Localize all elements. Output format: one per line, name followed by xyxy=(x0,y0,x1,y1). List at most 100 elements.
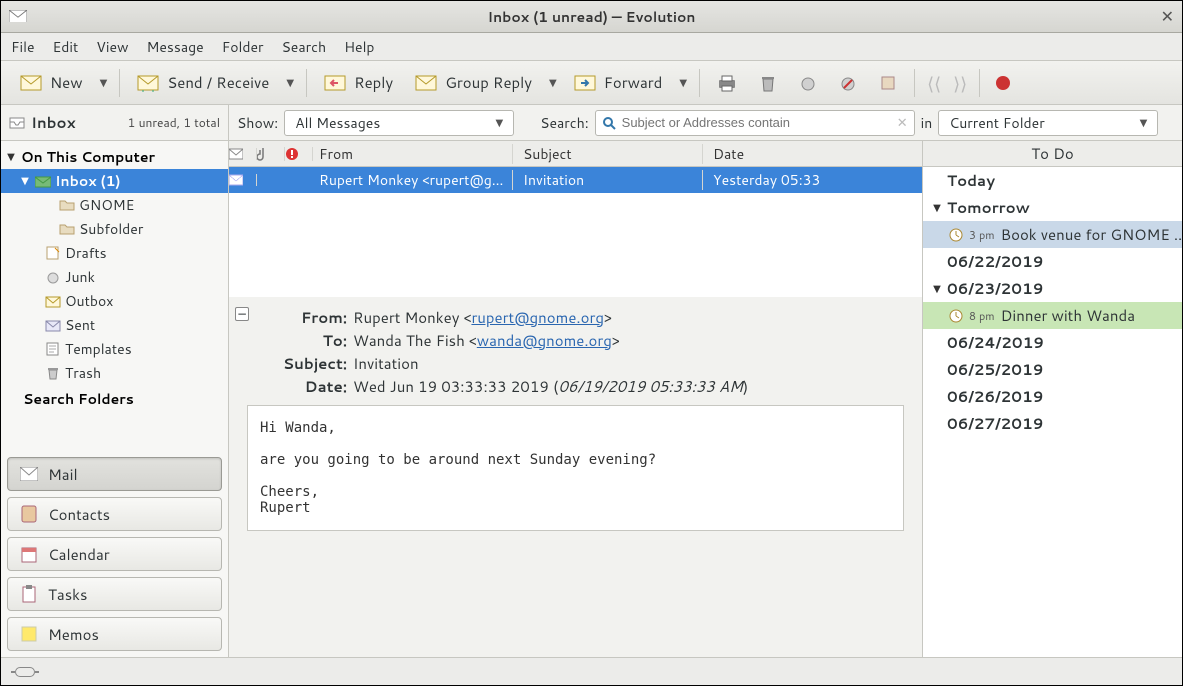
col-attachment-icon[interactable] xyxy=(257,147,285,161)
menu-edit[interactable]: Edit xyxy=(53,37,79,57)
not-junk-button[interactable] xyxy=(828,68,868,98)
tree-trash[interactable]: Trash xyxy=(1,361,228,385)
menu-search[interactable]: Search xyxy=(282,37,327,57)
todo-date[interactable]: 06/27/2019 xyxy=(923,410,1182,437)
col-important-icon[interactable] xyxy=(285,147,313,161)
message-row[interactable]: Rupert Monkey <rupert@g… Invitation Yest… xyxy=(229,167,922,193)
tree-search-root[interactable]: Search Folders xyxy=(1,387,228,411)
search-input[interactable] xyxy=(622,115,891,130)
prev-icon[interactable]: ⟨⟨ xyxy=(921,66,947,100)
clock-icon xyxy=(949,309,963,323)
message-list-header: From Subject Date xyxy=(229,141,922,167)
mail-new-icon xyxy=(20,74,42,92)
next-icon[interactable]: ⟩⟩ xyxy=(947,66,973,100)
forward-button[interactable]: Forward xyxy=(563,66,674,99)
forward-dropdown-icon[interactable]: ▼ xyxy=(673,76,693,90)
menu-message[interactable]: Message xyxy=(147,37,204,57)
menu-help[interactable]: Help xyxy=(344,37,374,57)
send-receive-button[interactable]: Send / Receive xyxy=(126,66,280,99)
col-subject[interactable]: Subject xyxy=(513,144,703,164)
search-icon xyxy=(602,116,616,130)
separator xyxy=(979,69,980,97)
switcher-calendar[interactable]: Calendar xyxy=(7,537,222,571)
new-dropdown-icon[interactable]: ▼ xyxy=(94,76,114,90)
todo-tomorrow[interactable]: ▼Tomorrow xyxy=(923,194,1182,221)
todo-date[interactable]: 06/26/2019 xyxy=(923,383,1182,410)
outbox-icon xyxy=(45,294,61,308)
switcher-contacts-label: Contacts xyxy=(48,504,110,525)
delete-button[interactable] xyxy=(748,68,788,98)
tree-drafts[interactable]: Drafts xyxy=(1,241,228,265)
col-from[interactable]: From xyxy=(313,144,513,164)
show-value: All Messages xyxy=(295,113,380,133)
todo-today[interactable]: Today xyxy=(923,167,1182,194)
menu-folder[interactable]: Folder xyxy=(222,37,264,57)
separator xyxy=(914,69,915,97)
tree-outbox[interactable]: Outbox xyxy=(1,289,228,313)
hdr-date-key: Date: xyxy=(263,376,353,397)
todo-pane: To Do Today ▼Tomorrow 3 pm Book venue fo… xyxy=(922,141,1182,657)
todo-item-book-venue[interactable]: 3 pm Book venue for GNOME … xyxy=(923,221,1182,248)
todo-item-time: 8 pm xyxy=(969,308,995,324)
switcher-contacts[interactable]: Contacts xyxy=(7,497,222,531)
message-headers: From: Rupert Monkey <rupert@gnome.org> T… xyxy=(263,307,914,397)
in-combo[interactable]: Current Folder ▼ xyxy=(938,110,1158,136)
switcher: Mail Contacts Calendar Tasks Memos xyxy=(1,451,228,657)
stop-icon[interactable] xyxy=(996,76,1010,90)
clear-search-icon[interactable]: ✕ xyxy=(897,114,908,132)
message-area: From Subject Date Rupert Monkey <rupert@… xyxy=(229,141,922,657)
separator xyxy=(699,69,700,97)
from-email-link[interactable]: rupert@gnome.org xyxy=(471,307,604,328)
tree-junk[interactable]: Junk xyxy=(1,265,228,289)
in-value: Current Folder xyxy=(949,113,1044,133)
tree-gnome[interactable]: GNOME xyxy=(1,193,228,217)
mail-icon xyxy=(20,467,38,481)
separator xyxy=(119,69,120,97)
todo-date[interactable]: 06/25/2019 xyxy=(923,356,1182,383)
preview-pane: − From: Rupert Monkey <rupert@gnome.org>… xyxy=(229,297,922,657)
group-reply-dropdown-icon[interactable]: ▼ xyxy=(543,76,563,90)
tree-account[interactable]: ▼On This Computer xyxy=(1,145,228,169)
todo-date[interactable]: 06/22/2019 xyxy=(923,248,1182,275)
todo-item-dinner[interactable]: 8 pm Dinner with Wanda xyxy=(923,302,1182,329)
reply-icon xyxy=(324,74,346,92)
switcher-tasks[interactable]: Tasks xyxy=(7,577,222,611)
reply-button[interactable]: Reply xyxy=(313,66,404,99)
menu-file[interactable]: File xyxy=(11,37,35,57)
tree-subfolder[interactable]: Subfolder xyxy=(1,217,228,241)
show-combo[interactable]: All Messages▼ xyxy=(284,110,514,136)
group-reply-icon xyxy=(415,74,437,92)
menu-view[interactable]: View xyxy=(96,37,128,57)
chevron-down-icon: ▼ xyxy=(1140,116,1148,130)
window-title: Inbox (1 unread) — Evolution xyxy=(1,7,1182,27)
mark-button[interactable] xyxy=(868,68,908,98)
collapse-headers-icon[interactable]: − xyxy=(235,307,249,321)
todo-item-text: Book venue for GNOME … xyxy=(1001,224,1182,245)
col-status-icon[interactable] xyxy=(229,148,257,160)
todo-item-text: Dinner with Wanda xyxy=(1001,305,1135,326)
calendar-icon xyxy=(20,545,38,563)
group-reply-button[interactable]: Group Reply xyxy=(404,66,543,99)
hdr-from-value: Rupert Monkey <rupert@gnome.org> xyxy=(353,307,914,328)
print-button[interactable] xyxy=(706,68,748,98)
to-email-link[interactable]: wanda@gnome.org xyxy=(477,330,612,351)
todo-date[interactable]: ▼06/23/2019 xyxy=(923,275,1182,302)
group-reply-label: Group Reply xyxy=(445,72,532,93)
switcher-mail[interactable]: Mail xyxy=(7,457,222,491)
switcher-memos[interactable]: Memos xyxy=(7,617,222,651)
search-input-container[interactable]: ✕ xyxy=(595,110,915,136)
tree-templates[interactable]: Templates xyxy=(1,337,228,361)
message-list[interactable]: Rupert Monkey <rupert@g… Invitation Yest… xyxy=(229,167,922,297)
junk-button[interactable] xyxy=(788,68,828,98)
row-date: Yesterday 05:33 xyxy=(703,170,922,190)
new-label: New xyxy=(50,72,83,93)
todo-title: To Do xyxy=(923,141,1182,167)
new-button[interactable]: New xyxy=(9,66,94,99)
online-status-icon[interactable] xyxy=(15,667,35,677)
forward-label: Forward xyxy=(604,72,663,93)
tree-sent[interactable]: Sent xyxy=(1,313,228,337)
tree-inbox[interactable]: ▼ Inbox (1) xyxy=(1,169,228,193)
col-date[interactable]: Date xyxy=(703,144,922,164)
todo-date[interactable]: 06/24/2019 xyxy=(923,329,1182,356)
send-receive-dropdown-icon[interactable]: ▼ xyxy=(280,76,300,90)
